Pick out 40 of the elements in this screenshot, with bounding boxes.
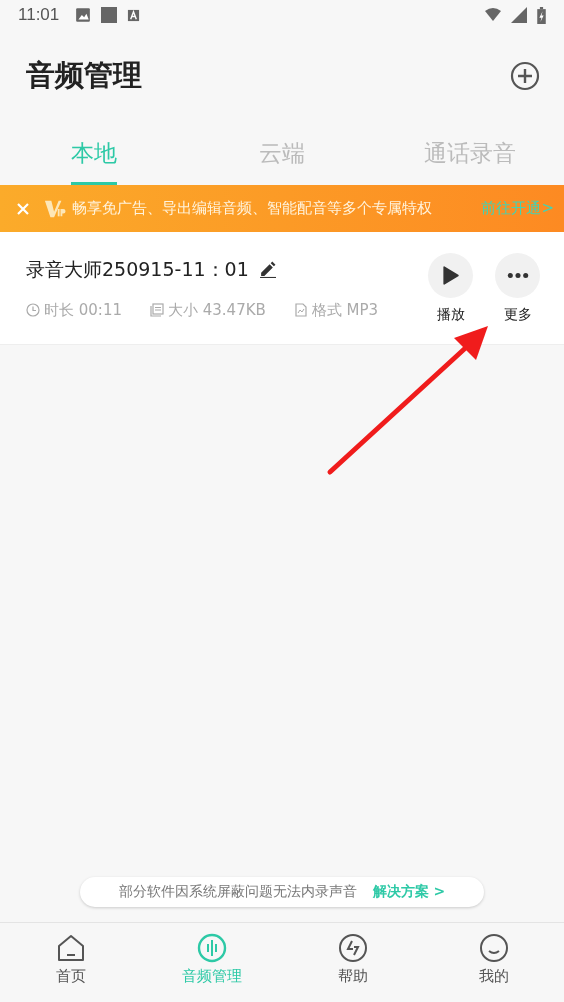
more-button[interactable]	[495, 252, 540, 298]
nav-item[interactable]: 音频管理	[141, 923, 282, 1002]
solution-link[interactable]: 解决方案 >	[372, 883, 446, 901]
nav-item[interactable]: 首页	[0, 923, 141, 1002]
meta-text: 格式 MP3	[311, 300, 379, 320]
play-icon	[442, 265, 459, 285]
play-button[interactable]	[428, 252, 473, 298]
page-title: 音频管理	[26, 57, 142, 94]
nav-item[interactable]: 我的	[423, 923, 564, 1002]
more-icon	[506, 271, 529, 279]
file-icon	[293, 303, 308, 317]
tab[interactable]: 通话录音	[376, 122, 564, 185]
copy-icon	[150, 303, 164, 317]
meta-text: 大小 43.47KB	[168, 300, 266, 320]
add-icon[interactable]	[510, 61, 540, 91]
action-label: 更多	[503, 305, 532, 324]
wifi-icon	[485, 7, 501, 23]
tab[interactable]: 本地	[0, 122, 188, 185]
vip-banner[interactable]: 畅享免广告、导出编辑音频、智能配音等多个专属特权 前往开通>	[0, 185, 564, 232]
tip-text: 部分软件因系统屏蔽问题无法内录声音	[118, 883, 357, 901]
square-icon	[101, 7, 118, 23]
recording-name: 录音大师250915-11：01	[26, 256, 249, 282]
status-time: 11:01	[18, 5, 60, 25]
image-icon	[75, 7, 92, 23]
meta-text: 时长 00:11	[44, 300, 122, 320]
action-label: 播放	[436, 305, 465, 324]
signal-icon	[511, 7, 527, 23]
clock-icon	[26, 303, 40, 317]
banner-text: 畅享免广告、导出编辑音频、智能配音等多个专属特权	[72, 199, 433, 218]
nav-item[interactable]: 帮助	[282, 923, 423, 1002]
smiley-icon	[478, 933, 509, 963]
tab[interactable]: 云端	[188, 122, 376, 185]
upgrade-link[interactable]: 前往开通>	[481, 199, 554, 218]
waveform-icon	[196, 933, 227, 963]
home-icon	[55, 933, 86, 963]
lightning-icon	[337, 933, 368, 963]
recording-card[interactable]: 录音大师250915-11：01 时长 00:11 大小 43.47KB 格式 MP3 播放 更多	[0, 232, 564, 345]
battery-icon	[537, 6, 546, 24]
pencil-icon[interactable]	[258, 261, 276, 278]
font-icon	[127, 8, 141, 22]
